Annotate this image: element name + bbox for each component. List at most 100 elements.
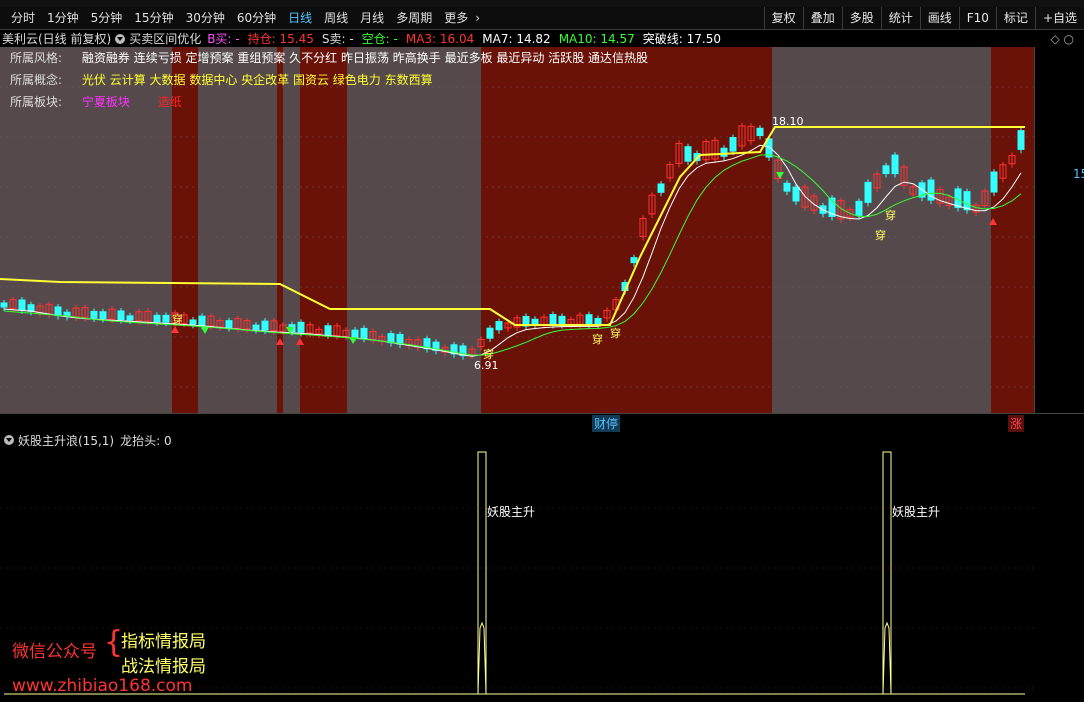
candle-body [594, 318, 602, 325]
period-5[interactable]: 60分钟 [232, 7, 283, 29]
ma10-label: MA10: 14.57 [558, 31, 635, 46]
signal-label-0: 妖股主升 [487, 505, 535, 519]
toolbar-button-2[interactable]: 多股 [841, 7, 881, 29]
empty-label: 空仓: - [361, 32, 398, 46]
concept-row: 所属概念: 光伏 云计算 大数据 数据中心 央企改革 国资云 绿色电力 东数西算 [10, 69, 433, 91]
chevron-right-icon[interactable]: › [475, 11, 480, 25]
chart-controls-icon[interactable]: ◇ ○ [1050, 32, 1074, 46]
cross-label-4: 穿 [875, 228, 886, 242]
candle-body [657, 183, 665, 193]
toolbar-button-0[interactable]: 复权 [763, 7, 803, 29]
candle-body [126, 315, 134, 321]
candle-body [585, 314, 593, 325]
toolbar-buttons: 复权 叠加 多股 统计 画线 F10 标记 +自选 [763, 7, 1084, 29]
style-row: 所属风格: 融资融券 连续亏损 定增预案 重组预案 久不分红 昨日振荡 昨高换手… [10, 47, 648, 69]
period-0[interactable]: 分时 [6, 7, 42, 29]
cross-label-1: 穿 [483, 347, 494, 361]
period-list: 分时 1分钟 5分钟 15分钟 30分钟 60分钟 日线 周线 月线 多周期 更多 › [0, 7, 480, 29]
watermark-left: 微信公众号 [12, 642, 97, 662]
board-value-1[interactable]: 宁夏板块 [82, 95, 130, 109]
candle-body [324, 325, 332, 336]
toolbar-button-1[interactable]: 叠加 [802, 7, 842, 29]
candle-body [27, 304, 35, 312]
candle-body [153, 314, 161, 323]
candle-body [855, 200, 863, 216]
indicator-title-text[interactable]: 妖股主升浪(15,1) [18, 432, 114, 449]
candle-body [684, 146, 692, 162]
chart-separator: 财停 涨 [0, 413, 1084, 432]
breakout-label: 突破线: 17.50 [642, 32, 721, 46]
period-1[interactable]: 1分钟 [42, 7, 86, 29]
candle-body [387, 333, 395, 344]
watermark-line2: 战法情报局 [121, 657, 206, 677]
period-7[interactable]: 周线 [319, 7, 355, 29]
candle-body [729, 137, 737, 152]
candle-body [297, 321, 305, 333]
candle-body [189, 319, 197, 325]
candle-body [261, 320, 269, 331]
candle-body [783, 182, 791, 192]
candle-body [558, 315, 566, 325]
style-value: 融资融券 连续亏损 定增预案 重组预案 久不分红 昨日振荡 昨高换手 最近多板 … [81, 51, 649, 65]
right-price-scale: 15 [1034, 47, 1084, 431]
candle-body [792, 186, 800, 202]
period-6[interactable]: 日线 [283, 7, 319, 29]
scale-tick: 15 [1073, 167, 1084, 181]
board-value-2[interactable]: 造纸 [158, 95, 182, 109]
watermark-url: www.zhibiao168.com [12, 676, 193, 696]
top-strip [0, 0, 1084, 7]
candle-body [162, 314, 170, 323]
ma3-label: MA3: 16.04 [405, 31, 475, 46]
candle-body [18, 299, 26, 311]
candle-body [990, 171, 998, 193]
toolbar-button-3[interactable]: 统计 [880, 7, 920, 29]
cross-label-0: 穿 [172, 312, 183, 326]
candle-body [1017, 130, 1025, 150]
candle-body [99, 311, 107, 319]
indicator-title: 妖股主升浪(15,1) 龙抬头: 0 [0, 432, 172, 448]
indicator-param: 龙抬头: 0 [120, 433, 172, 448]
dropdown-icon[interactable] [115, 33, 126, 44]
period-8[interactable]: 月线 [355, 7, 391, 29]
toolbar-button-4[interactable]: 画线 [919, 7, 959, 29]
candle-body [225, 320, 233, 329]
hold-zone-3 [481, 47, 772, 413]
candle-body [360, 327, 368, 339]
period-10[interactable]: 更多 [439, 7, 475, 29]
cross-label-5: 穿 [885, 208, 896, 222]
signal-spike-0 [474, 451, 487, 695]
period-toolbar: 分时 1分钟 5分钟 15分钟 30分钟 60分钟 日线 周线 月线 多周期 更多 › 复权 叠加 多股统… [0, 7, 1084, 30]
indicator-dropdown-icon[interactable] [4, 435, 14, 445]
stock-title[interactable]: 美利云(日线 前复权) [0, 30, 111, 47]
concept-value: 光伏 云计算 大数据 数据中心 央企改革 国资云 绿色电力 东数西算 [81, 73, 433, 87]
candle-body [117, 310, 125, 321]
candle-body [252, 324, 260, 331]
board-label: 所属板块: [10, 95, 63, 109]
period-3[interactable]: 15分钟 [129, 7, 180, 29]
cross-label-2: 穿 [592, 332, 603, 346]
hold-label: 持仓: 15.45 [247, 32, 314, 46]
buy-label: B买: - [207, 32, 240, 46]
toolbar-button-7[interactable]: +自选 [1034, 7, 1084, 29]
candle-body [198, 315, 206, 326]
hold-zone-4 [991, 47, 1034, 413]
toolbar-button-6[interactable]: 标记 [995, 7, 1035, 29]
chart-title-bar: 美利云(日线 前复权) 买卖区间优化 B买: - 持仓: 15.45 S卖: -… [0, 30, 1084, 47]
board-row: 所属板块: 宁夏板块 造纸 [10, 91, 182, 113]
indicator-name[interactable]: 买卖区间优化 [129, 30, 201, 47]
toolbar-button-5[interactable]: F10 [958, 7, 996, 29]
watermark-line1: 指标情报局 [121, 632, 206, 652]
candle-body [495, 321, 503, 331]
cross-label-3: 穿 [610, 326, 621, 340]
concept-label: 所属概念: [10, 73, 63, 87]
tag-suspend: 财停 [592, 415, 621, 432]
period-9[interactable]: 多周期 [391, 7, 439, 29]
sell-label: S卖: - [321, 32, 354, 46]
candle-body [963, 191, 971, 211]
high-price-label: 18.10 [772, 115, 804, 128]
period-2[interactable]: 5分钟 [86, 7, 130, 29]
tag-limit-up: 涨 [1008, 415, 1025, 432]
candle-body [54, 306, 62, 317]
candle-body [90, 310, 98, 319]
period-4[interactable]: 30分钟 [181, 7, 232, 29]
